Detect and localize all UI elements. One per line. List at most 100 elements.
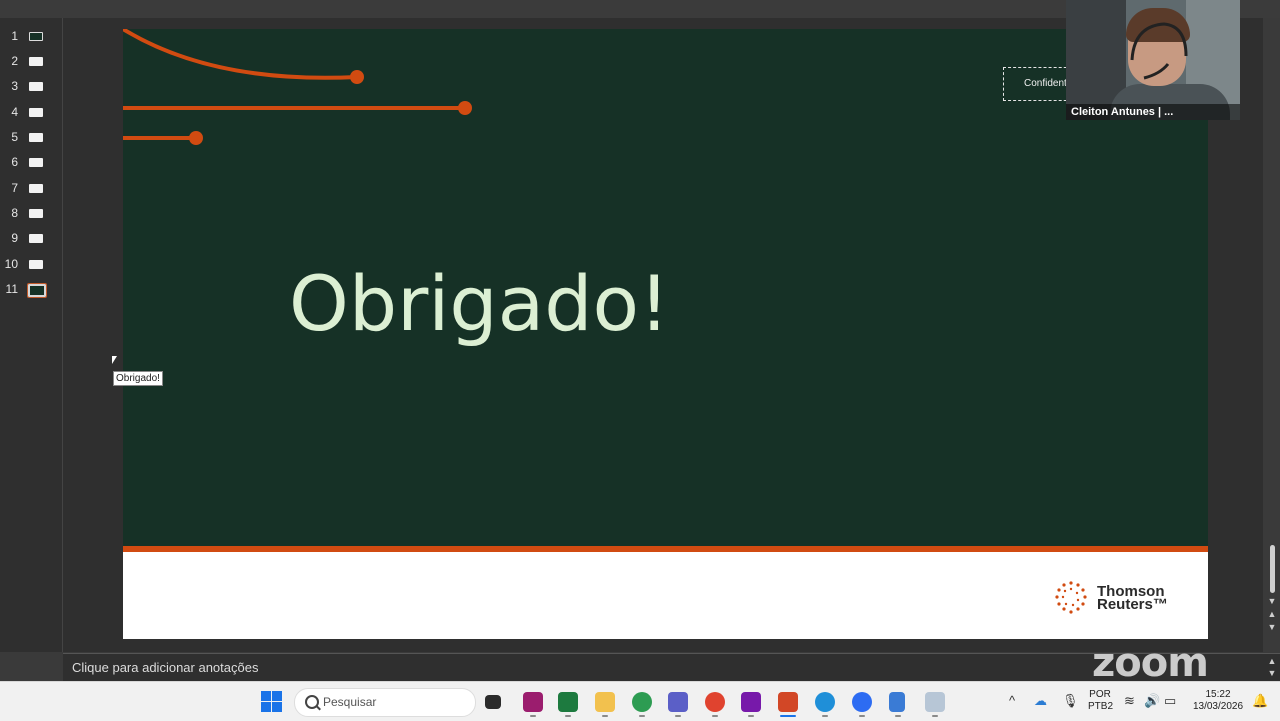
slide-number: 9 xyxy=(11,231,18,245)
microphone-icon[interactable]: 🎙 xyxy=(1062,693,1079,709)
file-explorer-icon[interactable] xyxy=(595,692,615,712)
running-indicator xyxy=(859,715,865,717)
slide-number: 3 xyxy=(11,79,18,93)
slide-number: 10 xyxy=(4,257,18,271)
clock[interactable]: 15:22 13/03/2026 xyxy=(1186,689,1250,713)
windows-taskbar: Pesquisar ^ ☁ 🎙 POR PTB2 ≋ 🔊 ▭ 15:22 13/… xyxy=(0,681,1280,721)
slide-thumbnail-selected[interactable] xyxy=(27,283,47,298)
wifi-icon[interactable]: ≋ xyxy=(1124,693,1135,709)
language-indicator[interactable]: POR PTB2 xyxy=(1088,689,1114,713)
slide-number: 6 xyxy=(11,155,18,169)
volume-icon[interactable]: 🔊 xyxy=(1144,693,1160,709)
edge-icon[interactable] xyxy=(815,692,835,712)
headset-icon xyxy=(1130,22,1188,80)
slide-thumbnail[interactable] xyxy=(29,234,43,243)
snipping-tool-icon[interactable] xyxy=(925,692,945,712)
language-code: POR xyxy=(1089,689,1111,700)
slide-number: 11 xyxy=(5,282,18,296)
slide-number: 5 xyxy=(11,130,18,144)
chrome-profile-icon[interactable] xyxy=(705,692,725,712)
slide-number: 1 xyxy=(11,29,18,43)
clock-date: 13/03/2026 xyxy=(1192,701,1244,712)
slide-thumb-6[interactable]: 6 xyxy=(0,155,62,175)
active-indicator xyxy=(780,715,796,717)
slide-thumbnail[interactable] xyxy=(29,57,43,66)
running-indicator xyxy=(895,715,901,717)
keyboard-layout: PTB2 xyxy=(1088,701,1114,712)
running-indicator xyxy=(675,715,681,717)
onedrive-icon[interactable]: ☁ xyxy=(1034,693,1047,709)
zoom-watermark: zoom xyxy=(1092,640,1209,686)
slide-thumbnail[interactable] xyxy=(29,82,43,91)
slide-thumbnail[interactable] xyxy=(29,260,43,269)
line-long-dot xyxy=(458,101,472,115)
slide-number: 7 xyxy=(11,181,18,195)
running-indicator xyxy=(748,715,754,717)
scroll-down-icon[interactable]: ▼ xyxy=(1267,596,1277,606)
slide-thumbnail[interactable] xyxy=(29,158,43,167)
slide-thumbnail[interactable] xyxy=(29,184,43,193)
tooltip: Obrigado! xyxy=(113,371,163,386)
vertical-scrollbar-thumb[interactable] xyxy=(1270,545,1275,593)
slide-thumb-4[interactable]: 4 xyxy=(0,105,62,125)
curve-dot xyxy=(350,70,364,84)
next-slide-icon[interactable]: ▼ xyxy=(1267,622,1277,632)
slide-thumbnail[interactable] xyxy=(29,108,43,117)
running-indicator xyxy=(639,715,645,717)
decorative-lines xyxy=(123,29,472,145)
participant-name: Cleiton Antunes | ... xyxy=(1066,104,1240,120)
slide-number: 2 xyxy=(11,54,18,68)
taskbar-search[interactable]: Pesquisar xyxy=(294,688,476,717)
running-indicator xyxy=(712,715,718,717)
slide-accent-bar xyxy=(123,546,1208,552)
slide-thumb-1[interactable]: 1 xyxy=(0,29,62,49)
excel-icon[interactable] xyxy=(558,692,578,712)
mouse-cursor-icon xyxy=(112,356,117,364)
slide-number: 8 xyxy=(11,206,18,220)
teams-icon[interactable] xyxy=(668,692,688,712)
notes-placeholder[interactable]: Clique para adicionar anotações xyxy=(72,660,258,675)
slide-thumb-10[interactable]: 10 xyxy=(0,257,62,277)
slide-thumbnail[interactable] xyxy=(29,133,43,142)
slide-thumb-11[interactable]: 11 xyxy=(0,282,62,302)
slide-thumb-7[interactable]: 7 xyxy=(0,181,62,201)
slide-title[interactable]: Obrigado! xyxy=(289,259,669,348)
running-indicator xyxy=(602,715,608,717)
participant-video[interactable]: Cleiton Antunes | ... xyxy=(1066,0,1240,120)
running-indicator xyxy=(822,715,828,717)
clock-time: 15:22 xyxy=(1205,689,1231,700)
slide-thumbnail-panel[interactable]: 1 2 3 4 5 6 7 8 9 10 11 xyxy=(0,18,63,652)
slide-thumb-9[interactable]: 9 xyxy=(0,231,62,251)
slide-thumb-5[interactable]: 5 xyxy=(0,130,62,150)
running-indicator xyxy=(932,715,938,717)
slide-number: 4 xyxy=(11,105,18,119)
slide-thumbnail[interactable] xyxy=(29,32,43,41)
running-indicator xyxy=(530,715,536,717)
notepad-icon[interactable] xyxy=(889,692,905,712)
slide-thumb-8[interactable]: 8 xyxy=(0,206,62,226)
zoom-icon[interactable] xyxy=(852,692,872,712)
search-icon xyxy=(305,695,319,709)
running-indicator xyxy=(565,715,571,717)
previous-slide-icon[interactable]: ▲ xyxy=(1267,609,1277,619)
notepad-app-icon[interactable] xyxy=(523,692,543,712)
chrome-icon[interactable] xyxy=(632,692,652,712)
slide-thumb-3[interactable]: 3 xyxy=(0,79,62,99)
task-view-icon[interactable] xyxy=(485,695,501,709)
slide-thumbnail[interactable] xyxy=(29,209,43,218)
notes-scroll-down-icon[interactable]: ▼ xyxy=(1267,668,1277,678)
battery-icon[interactable]: ▭ xyxy=(1164,693,1176,709)
search-placeholder: Pesquisar xyxy=(323,695,377,709)
show-hidden-icons-icon[interactable]: ^ xyxy=(1009,693,1015,708)
powerpoint-icon[interactable] xyxy=(778,692,798,712)
notifications-icon[interactable]: 🔔 xyxy=(1252,693,1268,709)
thomson-reuters-logo-text: Thomson Reuters™ xyxy=(1097,584,1168,613)
slide-thumb-2[interactable]: 2 xyxy=(0,54,62,74)
notes-scroll-up-icon[interactable]: ▲ xyxy=(1267,656,1277,666)
line-short-dot xyxy=(189,131,203,145)
onenote-icon[interactable] xyxy=(741,692,761,712)
windows-start-icon[interactable] xyxy=(261,691,282,712)
slide-canvas[interactable]: Confident Obrigado! Thomson Reuters™ xyxy=(123,29,1208,639)
logo-line-2: Reuters™ xyxy=(1097,596,1168,613)
curve-line xyxy=(123,29,358,80)
